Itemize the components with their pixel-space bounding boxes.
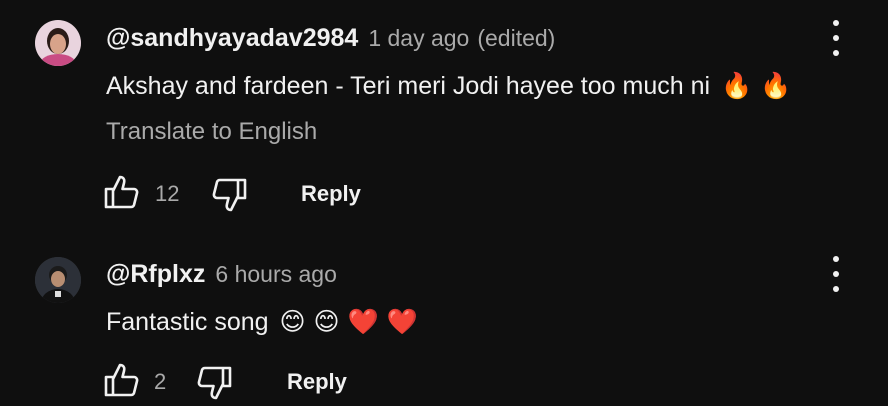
comment-header: @sandhyayadav2984 1 day ago (edited)	[106, 24, 555, 53]
like-count: 12	[155, 181, 180, 206]
comment-emojis: 😊 😊 ❤️ ❤️	[279, 307, 418, 336]
avatar-image	[35, 257, 81, 303]
avatar[interactable]	[35, 20, 81, 66]
timestamp[interactable]: 1 day ago	[368, 25, 469, 51]
translate-button[interactable]: Translate to English	[106, 118, 317, 146]
like-button[interactable]	[102, 173, 140, 211]
comment-text-content: Fantastic song	[106, 308, 269, 336]
comment-text-content: Akshay and fardeen - Teri meri Jodi haye…	[106, 72, 711, 100]
author-name[interactable]: @sandhyayadav2984	[106, 24, 358, 53]
author-name[interactable]: @Rfplxz	[106, 260, 205, 289]
comment-menu-button[interactable]	[826, 20, 846, 56]
comment-menu-button[interactable]	[826, 256, 846, 292]
comment-1: @sandhyayadav2984 1 day ago (edited) Aksh…	[0, 0, 888, 232]
comment-time[interactable]: 1 day ago (edited)	[368, 25, 555, 52]
thumb-up-icon	[104, 175, 139, 209]
more-vert-icon	[833, 256, 839, 262]
comment-2: @Rfplxz 6 hours ago Fantastic song 😊 😊 ❤…	[0, 232, 888, 406]
comment-emojis: 🔥 🔥	[720, 71, 792, 100]
thumb-down-icon	[197, 366, 232, 400]
dislike-button[interactable]	[196, 364, 234, 402]
timestamp[interactable]: 6 hours ago	[215, 261, 336, 288]
dislike-button[interactable]	[211, 176, 249, 214]
reply-button[interactable]: Reply	[287, 369, 347, 395]
edited-label: (edited)	[477, 25, 556, 51]
like-button[interactable]	[102, 361, 140, 399]
avatar-image	[35, 20, 81, 66]
more-vert-icon	[833, 20, 839, 26]
comment-header: @Rfplxz 6 hours ago	[106, 260, 337, 289]
comment-text: Akshay and fardeen - Teri meri Jodi haye…	[106, 71, 791, 101]
reply-button[interactable]: Reply	[301, 181, 361, 207]
comment-text: Fantastic song 😊 😊 ❤️ ❤️	[106, 307, 418, 337]
avatar[interactable]	[35, 257, 81, 303]
like-count: 2	[154, 369, 167, 394]
thumb-up-icon	[104, 363, 139, 397]
thumb-down-icon	[212, 178, 247, 212]
